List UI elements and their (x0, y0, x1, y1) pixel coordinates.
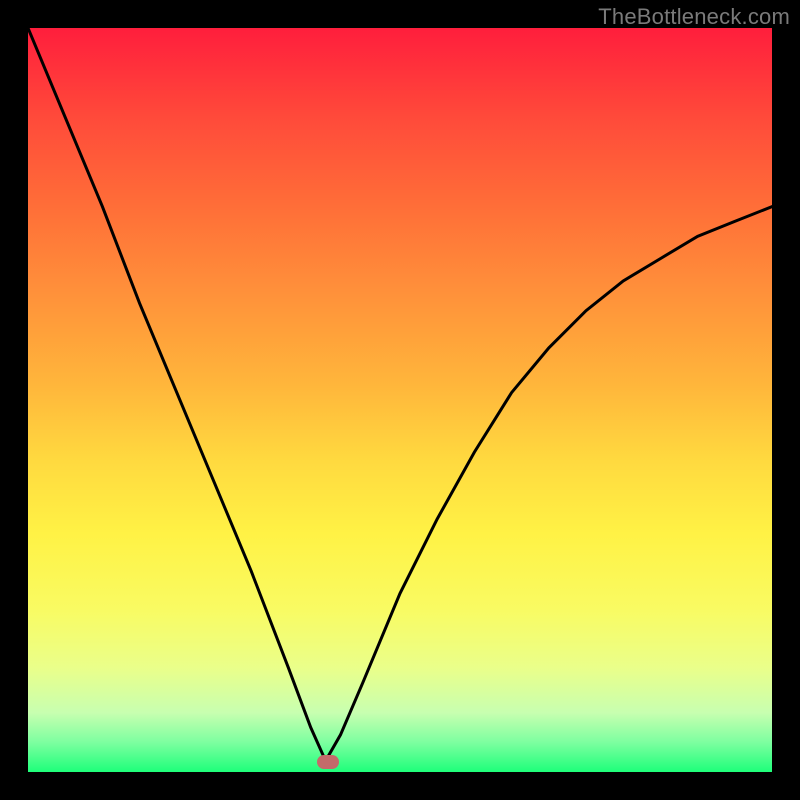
bottleneck-curve (28, 28, 772, 772)
plot-area (28, 28, 772, 772)
watermark-text: TheBottleneck.com (598, 4, 790, 30)
optimal-marker (317, 755, 339, 769)
chart-frame: TheBottleneck.com (0, 0, 800, 800)
curve-path (28, 28, 772, 761)
